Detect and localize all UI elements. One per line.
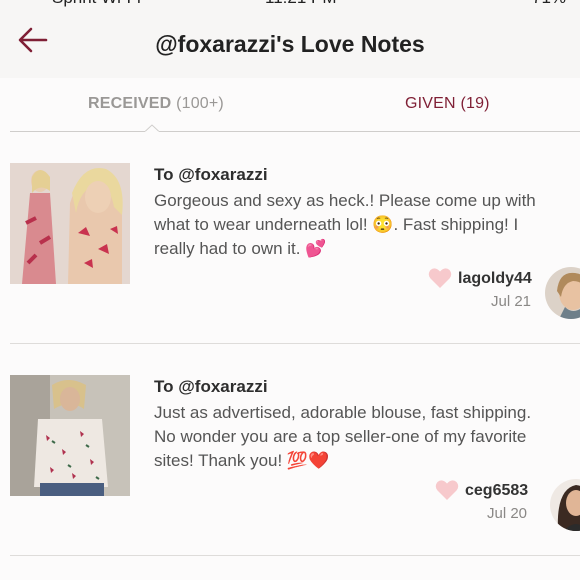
tab-bar: RECEIVED (100+) GIVEN (19) [0,78,580,132]
note-date: Jul 21 [491,293,532,310]
heart-icon[interactable] [435,479,459,501]
note-line: Gorgeous and sexy as heck.! Please come … [154,191,536,210]
recipient-label: To @foxarazzi [154,377,268,396]
page-title: @foxarazzi's Love Notes [155,31,425,57]
note-line: what to wear underneath lol! 😳. Fast shi… [154,215,519,234]
carrier-label: Sprint Wi-Fi [52,0,141,8]
author-avatar[interactable] [550,479,580,531]
note-divider [10,555,580,556]
note-date: Jul 20 [487,505,528,522]
love-note-item[interactable]: To @foxarazzi Gorgeous and sexy as heck.… [0,132,580,344]
author-avatar[interactable] [545,267,580,319]
tab-received-label: RECEIVED [88,95,172,112]
listing-thumbnail[interactable] [10,163,130,284]
battery-label: 71% [532,0,566,8]
heart-icon[interactable] [428,267,452,289]
tab-given-label: GIVEN [405,95,456,112]
clock: 11:21 PM [265,0,337,8]
listing-thumbnail[interactable] [10,375,130,496]
note-line: really had to own it. 💕 [154,239,327,258]
recipient-label: To @foxarazzi [154,165,268,184]
status-bar: Sprint Wi-Fi 11:21 PM 71% [0,0,580,8]
nav-header: @foxarazzi's Love Notes [0,8,580,79]
author-username[interactable]: ceg6583 [465,482,528,500]
note-message: Gorgeous and sexy as heck.! Please come … [154,189,580,261]
love-note-item[interactable]: To @foxarazzi Just as advertised, adorab… [0,344,580,556]
note-message: Just as advertised, adorable blouse, fas… [154,401,580,473]
tab-given[interactable]: GIVEN (19) [405,95,490,113]
note-line: No wonder you are a top seller-one of my… [154,427,527,446]
note-line: sites! Thank you! 💯❤️ [154,451,330,470]
note-line: Just as advertised, adorable blouse, fas… [154,403,532,422]
tab-received-count: (100+) [176,95,224,112]
tab-given-count: (19) [460,95,490,112]
author-username[interactable]: lagoldy44 [458,270,532,288]
tab-received[interactable]: RECEIVED (100+) [88,95,224,113]
